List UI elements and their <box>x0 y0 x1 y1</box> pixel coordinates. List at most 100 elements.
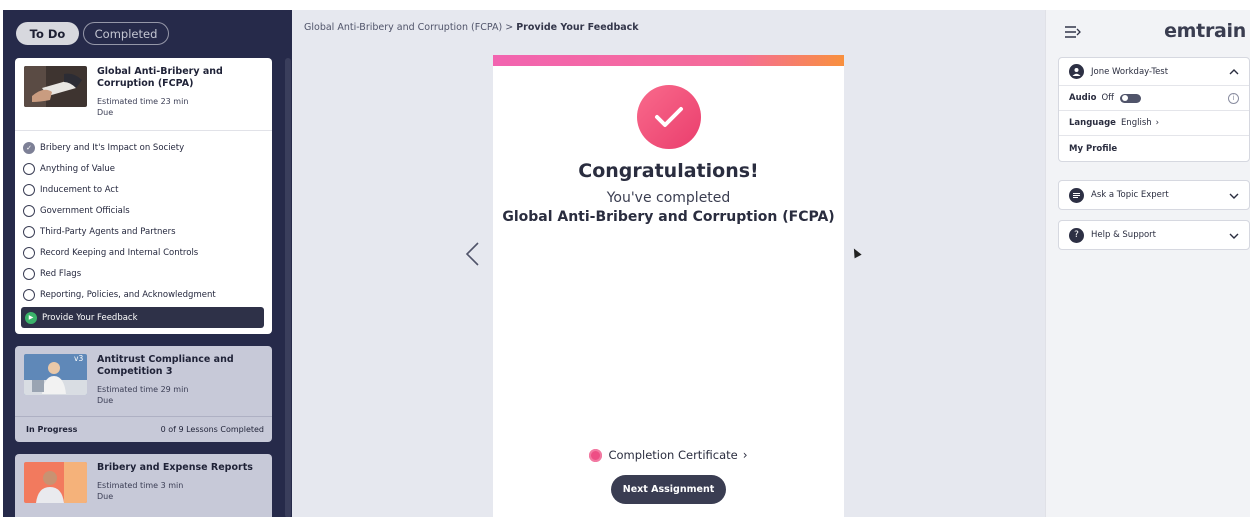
course-estimated-time: Estimated time 23 min <box>97 97 189 106</box>
lesson-item[interactable]: Inducement to Act <box>23 179 268 200</box>
lesson-label: Government Officials <box>40 205 130 216</box>
chevron-right-icon: › <box>742 448 748 462</box>
previous-arrow-icon[interactable] <box>464 241 480 272</box>
next-assignment-button[interactable]: Next Assignment <box>611 475 726 504</box>
lesson-item[interactable]: Record Keeping and Internal Controls <box>23 242 268 263</box>
breadcrumb-current: Provide Your Feedback <box>516 22 639 33</box>
course-card-antitrust[interactable]: v3 Antitrust Compliance and Competition … <box>15 346 272 442</box>
course-thumbnail <box>24 462 87 503</box>
checkmark-icon <box>637 85 701 149</box>
ask-expert-label: Ask a Topic Expert <box>1091 190 1169 200</box>
help-support-label: Help & Support <box>1091 230 1157 240</box>
help-support-box[interactable]: ? Help & Support <box>1058 220 1250 250</box>
lesson-stage: Global Anti-Bribery and Corruption (FCPA… <box>292 10 1045 517</box>
breadcrumb: Global Anti-Bribery and Corruption (FCPA… <box>304 22 639 33</box>
course-estimated-time: Estimated time 3 min <box>97 481 184 490</box>
course-card-expense-reports[interactable]: Bribery and Expense Reports Estimated ti… <box>15 454 272 517</box>
audio-value: Off <box>1101 93 1115 103</box>
info-icon[interactable]: i <box>1228 92 1239 104</box>
empty-circle-icon <box>23 246 35 259</box>
ask-expert-box[interactable]: Ask a Topic Expert <box>1058 180 1250 210</box>
empty-circle-icon <box>23 267 35 280</box>
lesson-label: Inducement to Act <box>40 184 119 195</box>
completion-panel: Congratulations! You've completed Global… <box>493 55 844 517</box>
certificate-label: Completion Certificate <box>608 448 738 462</box>
chevron-right-icon: › <box>1155 118 1160 128</box>
play-icon: ▶ <box>25 311 37 324</box>
version-badge: v3 <box>74 354 84 363</box>
sidebar-scrollbar[interactable] <box>285 58 291 517</box>
my-profile-link[interactable]: My Profile <box>1059 136 1249 161</box>
lesson-item[interactable]: ✓ Bribery and It's Impact on Society <box>23 137 268 158</box>
course-card-header[interactable]: Bribery and Expense Reports Estimated ti… <box>15 454 272 517</box>
question-mark-icon: ? <box>1069 227 1084 243</box>
course-thumbnail <box>24 66 87 107</box>
course-due: Due <box>97 396 114 405</box>
audio-label: Audio <box>1069 93 1097 103</box>
empty-circle-icon <box>23 162 35 175</box>
chevron-up-icon[interactable] <box>1229 65 1239 78</box>
tab-completed[interactable]: Completed <box>83 22 169 45</box>
course-progress-row: In Progress 0 of 9 Lessons Completed <box>15 416 272 442</box>
empty-circle-icon <box>23 204 35 217</box>
course-title: Global Anti-Bribery and Corruption (FCPA… <box>97 66 223 89</box>
lessons-completed: 0 of 9 Lessons Completed <box>160 425 264 434</box>
congratulations-heading: Congratulations! <box>578 160 759 182</box>
empty-circle-icon <box>23 288 35 301</box>
audio-row: Audio Off i <box>1059 86 1249 111</box>
ask-expert-row[interactable]: Ask a Topic Expert <box>1059 181 1249 209</box>
user-row[interactable]: Jone Workday-Test <box>1059 58 1249 86</box>
my-profile-label: My Profile <box>1069 143 1118 154</box>
lesson-label: Third-Party Agents and Partners <box>40 226 176 237</box>
settings-panel: emtrain Jone Workday-Test Audio Off i La… <box>1045 10 1250 517</box>
user-name: Jone Workday-Test <box>1091 66 1169 77</box>
mouse-cursor-icon <box>850 246 862 259</box>
lesson-label: Red Flags <box>40 268 82 279</box>
tab-todo[interactable]: To Do <box>16 22 79 45</box>
user-avatar-icon <box>1069 64 1084 79</box>
assignment-sidebar: To Do Completed Global Anti-Bribery and … <box>3 10 292 517</box>
course-due: Due <box>97 108 114 117</box>
completed-text: You've completed <box>606 190 731 206</box>
lesson-label: Reporting, Policies, and Acknowledgment <box>40 289 216 300</box>
breadcrumb-separator: > <box>505 22 514 33</box>
lesson-label: Provide Your Feedback <box>42 312 138 323</box>
completed-course-name: Global Anti-Bribery and Corruption (FCPA… <box>502 209 835 225</box>
chevron-down-icon[interactable] <box>1229 229 1239 242</box>
language-row[interactable]: Language English › <box>1059 111 1249 136</box>
check-circle-icon: ✓ <box>23 141 35 154</box>
course-card-fcpa[interactable]: Global Anti-Bribery and Corruption (FCPA… <box>15 58 272 334</box>
lesson-item[interactable]: Reporting, Policies, and Acknowledgment <box>23 284 268 305</box>
app-window: To Do Completed Global Anti-Bribery and … <box>3 10 1250 517</box>
chevron-down-icon[interactable] <box>1229 189 1239 202</box>
course-due: Due <box>97 492 114 501</box>
language-label: Language <box>1069 118 1116 128</box>
lesson-label: Bribery and It's Impact on Society <box>40 142 185 153</box>
assignment-tabs: To Do Completed <box>16 22 169 45</box>
lesson-item[interactable]: Government Officials <box>23 200 268 221</box>
completion-certificate-link[interactable]: Completion Certificate › <box>493 448 844 462</box>
lesson-item-current[interactable]: ▶ Provide Your Feedback <box>21 307 264 328</box>
certificate-badge-icon <box>589 448 603 462</box>
course-title: Antitrust Compliance and Competition 3 <box>97 354 234 377</box>
empty-circle-icon <box>23 225 35 238</box>
course-card-header[interactable]: v3 Antitrust Compliance and Competition … <box>15 346 272 418</box>
brand-logo: emtrain <box>1164 20 1246 42</box>
lesson-label: Anything of Value <box>40 163 116 174</box>
lesson-list: ✓ Bribery and It's Impact on Society Any… <box>15 130 272 328</box>
course-card-header[interactable]: Global Anti-Bribery and Corruption (FCPA… <box>15 58 272 130</box>
chat-bubble-icon <box>1069 187 1084 203</box>
language-value: English <box>1120 118 1152 128</box>
menu-collapse-icon[interactable] <box>1064 24 1081 42</box>
course-status: In Progress <box>26 425 78 434</box>
course-title: Bribery and Expense Reports <box>97 462 253 473</box>
empty-circle-icon <box>23 183 35 196</box>
lesson-item[interactable]: Red Flags <box>23 263 268 284</box>
course-estimated-time: Estimated time 29 min <box>97 385 189 394</box>
lesson-item[interactable]: Third-Party Agents and Partners <box>23 221 268 242</box>
help-support-row[interactable]: ? Help & Support <box>1059 221 1249 249</box>
lesson-label: Record Keeping and Internal Controls <box>40 247 199 258</box>
breadcrumb-course-link[interactable]: Global Anti-Bribery and Corruption (FCPA… <box>304 22 502 33</box>
audio-toggle[interactable] <box>1120 93 1142 103</box>
lesson-item[interactable]: Anything of Value <box>23 158 268 179</box>
